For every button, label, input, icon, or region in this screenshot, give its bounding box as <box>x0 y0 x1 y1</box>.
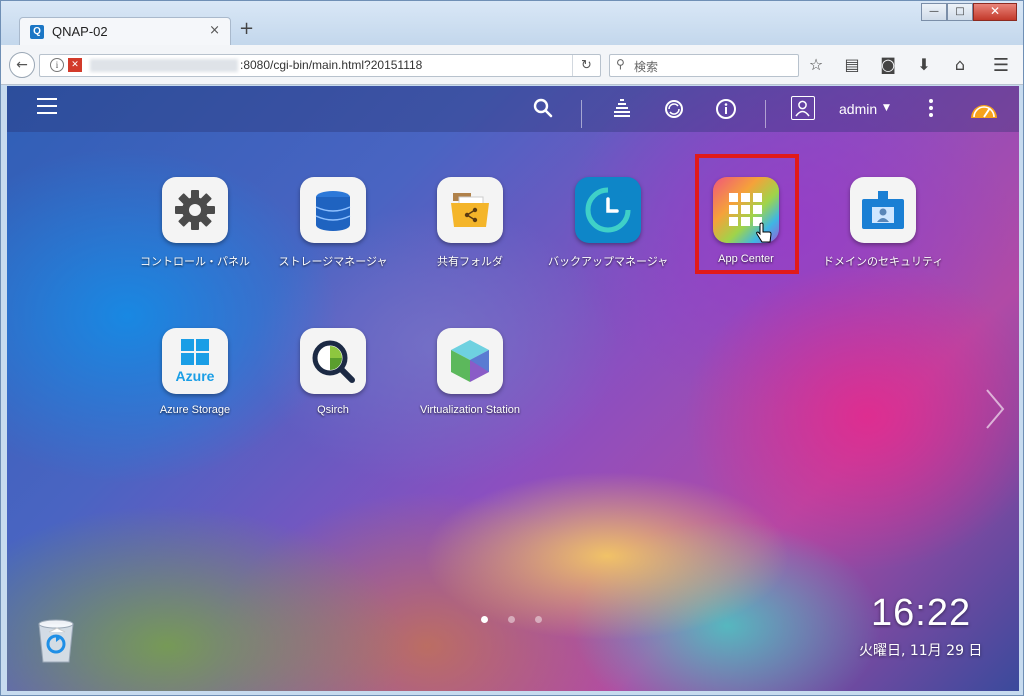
back-button[interactable]: ← <box>9 52 35 78</box>
address-bar[interactable]: i ✕ :8080/cgi-bin/main.html?20151118 ↻ <box>39 54 601 77</box>
task-stack-icon[interactable] <box>611 98 633 120</box>
page-dot[interactable] <box>481 616 488 623</box>
blurred-host <box>90 59 238 72</box>
browser-navbar: ← i ✕ :8080/cgi-bin/main.html?20151118 ↻… <box>1 45 1023 85</box>
sync-icon[interactable] <box>663 98 685 120</box>
bookmark-star-icon[interactable]: ☆ <box>807 56 825 74</box>
download-icon[interactable]: ⬇ <box>915 56 933 74</box>
browser-tab[interactable]: Q QNAP-02 × <box>19 17 231 46</box>
user-icon[interactable] <box>791 96 815 120</box>
page-indicator <box>481 616 542 623</box>
backup-clock-icon <box>575 177 641 243</box>
maximize-button[interactable]: □ <box>947 3 973 21</box>
close-window-button[interactable]: ✕ <box>973 3 1017 21</box>
pocket-icon[interactable]: ◙ <box>879 56 897 74</box>
topbar-divider <box>581 100 582 128</box>
cube-icon <box>437 328 503 394</box>
new-tab-button[interactable]: + <box>239 19 254 39</box>
clock-time: 16:22 <box>871 592 972 634</box>
clock-date: 火曜日, 11月 29 日 <box>859 643 983 659</box>
app-label: バックアップマネージャ <box>548 256 669 268</box>
browser-window: Q QNAP-02 × + — □ ✕ ← i ✕ :8080/cgi-bin/… <box>0 0 1024 696</box>
insecure-lock-icon[interactable]: ✕ <box>68 58 82 72</box>
gear-icon <box>162 177 228 243</box>
id-badge-icon <box>850 177 916 243</box>
home-icon[interactable]: ⌂ <box>951 56 969 74</box>
page-dot[interactable] <box>535 616 542 623</box>
app-virtualization-station[interactable]: Virtualization Station <box>410 328 530 416</box>
reading-list-icon[interactable]: ▤ <box>843 56 861 74</box>
database-icon <box>300 177 366 243</box>
topbar-divider <box>765 100 766 128</box>
app-control-panel[interactable]: コントロール・パネル <box>135 177 255 269</box>
app-qsirch[interactable]: Qsirch <box>273 328 393 416</box>
browser-titlebar: Q QNAP-02 × + — □ ✕ <box>1 1 1023 46</box>
app-domain-security[interactable]: ドメインのセキュリティ <box>823 177 943 269</box>
next-page-arrow-icon[interactable] <box>983 386 1007 432</box>
window-controls: — □ ✕ <box>921 3 1017 21</box>
highlight-box <box>695 154 799 274</box>
search-icon: ⚲ <box>616 57 625 71</box>
qsirch-magnifier-icon <box>300 328 366 394</box>
app-label: Virtualization Station <box>419 404 521 416</box>
qnap-favicon-icon: Q <box>30 25 44 39</box>
page-dot[interactable] <box>508 616 515 623</box>
browser-toolbar-icons: ☆ ▤ ◙ ⬇ ⌂ <box>807 56 969 74</box>
reload-icon[interactable]: ↻ <box>572 55 600 76</box>
browser-search-input[interactable]: ⚲ 検索 <box>609 54 799 77</box>
user-name[interactable]: admin <box>839 101 877 117</box>
qnap-desktop: admin ▼ コントロール・パネル ストレージマネージャ 共有フォルダ バック… <box>7 86 1019 691</box>
app-label: ドメインのセキュリティ <box>823 256 944 268</box>
site-info-icon[interactable]: i <box>50 58 64 72</box>
url-path: :8080/cgi-bin/main.html?20151118 <box>240 58 423 72</box>
app-label: Azure Storage <box>159 404 231 416</box>
app-label: Qsirch <box>317 404 349 416</box>
search-placeholder: 検索 <box>634 60 659 74</box>
tab-close-icon[interactable]: × <box>209 23 220 38</box>
shared-folder-icon <box>437 177 503 243</box>
app-storage-manager[interactable]: ストレージマネージャ <box>273 177 393 269</box>
search-icon[interactable] <box>533 98 553 118</box>
more-icon[interactable] <box>929 99 933 120</box>
tab-title: QNAP-02 <box>52 24 108 39</box>
dashboard-gauge-icon[interactable] <box>969 96 999 122</box>
app-label: コントロール・パネル <box>140 256 250 268</box>
browser-menu-icon[interactable]: ☰ <box>993 55 1009 76</box>
app-label: 共有フォルダ <box>437 256 503 268</box>
qts-topbar: admin ▼ <box>7 86 1019 132</box>
chevron-down-icon[interactable]: ▼ <box>883 103 890 113</box>
azure-windows-icon: Azure <box>162 328 228 394</box>
app-backup-manager[interactable]: バックアップマネージャ <box>548 177 668 269</box>
recycle-bin-icon[interactable] <box>33 614 79 664</box>
minimize-button[interactable]: — <box>921 3 947 21</box>
app-shared-folders[interactable]: 共有フォルダ <box>410 177 530 269</box>
azure-tile-text: Azure <box>175 368 215 384</box>
menu-icon[interactable] <box>37 98 57 119</box>
hand-cursor-icon <box>756 222 772 243</box>
app-label: ストレージマネージャ <box>278 256 388 268</box>
app-azure-storage[interactable]: Azure Azure Storage <box>135 328 255 416</box>
info-icon[interactable] <box>715 98 737 120</box>
